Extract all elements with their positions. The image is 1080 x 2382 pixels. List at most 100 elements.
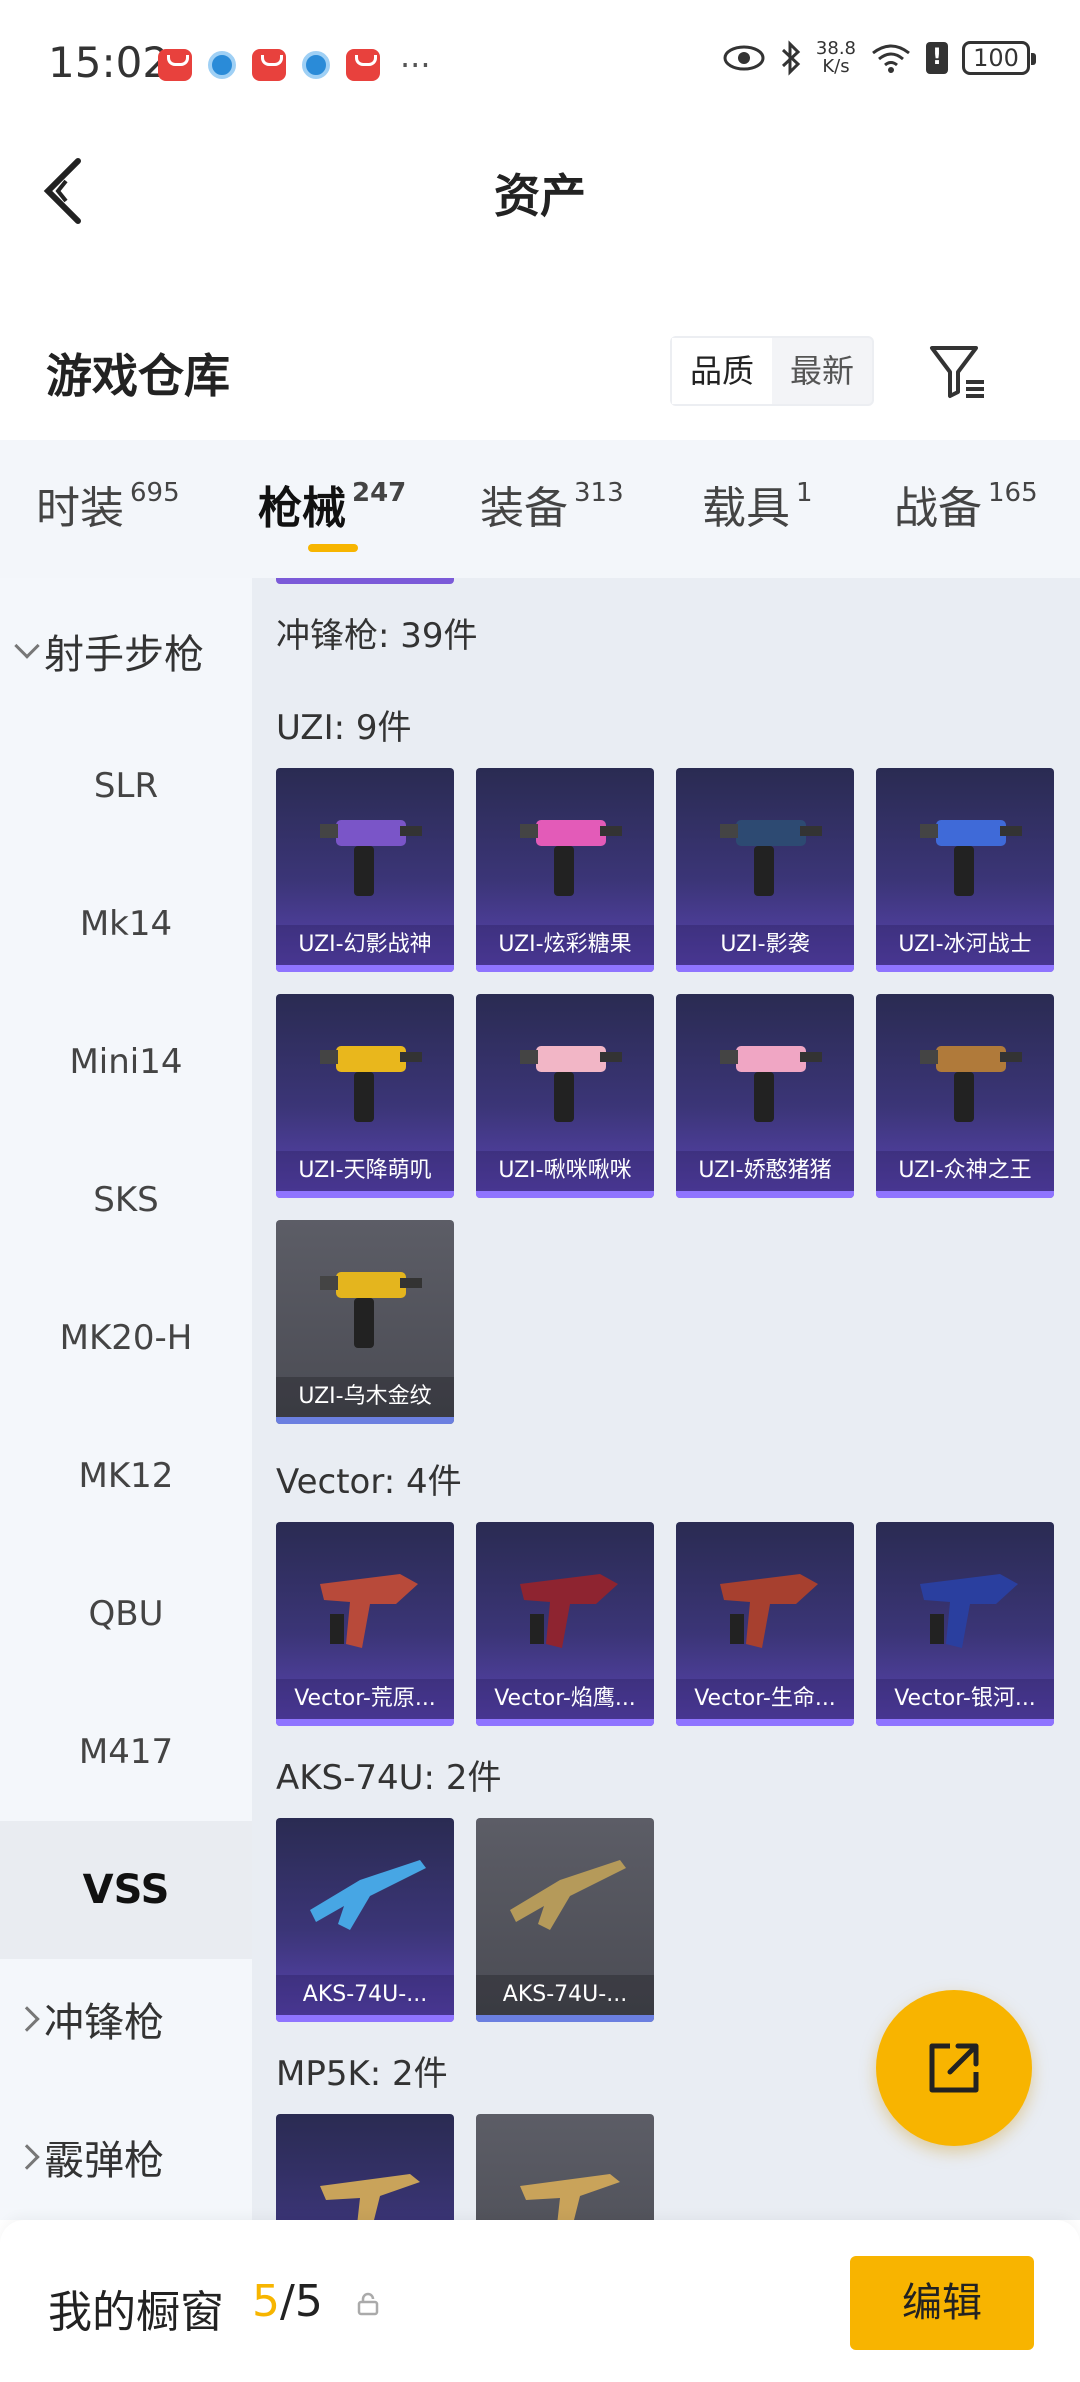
item-card[interactable]: Vector-生命... bbox=[676, 1522, 854, 1726]
shopping-app-icon bbox=[346, 49, 380, 81]
rarity-bar bbox=[476, 1719, 654, 1726]
weapon-image bbox=[320, 1046, 422, 1122]
item-card[interactable]: Vector-银河... bbox=[876, 1522, 1054, 1726]
chevron-right-icon bbox=[14, 2006, 40, 2032]
weapon-image bbox=[920, 820, 1022, 896]
sort-quality-button[interactable]: 品质 bbox=[672, 338, 772, 404]
item-grid: 冲锋枪: 39件 UZI: 9件 UZI-幻影战神 UZI-炫彩糖果 UZI-影袭 U… bbox=[252, 578, 1080, 2220]
sidebar-item-mk14[interactable]: Mk14 bbox=[0, 855, 252, 993]
item-name: AKS-74U-... bbox=[276, 1975, 454, 2015]
sidebar-group-shotgun[interactable]: 霰弹枪 bbox=[14, 2128, 164, 2186]
weapon-image bbox=[720, 1574, 818, 1648]
tab-vehicles[interactable]: 载具 1 bbox=[702, 472, 813, 536]
weapon-image bbox=[320, 2174, 420, 2220]
chevron-right-icon bbox=[14, 2144, 40, 2170]
sort-newest-button[interactable]: 最新 bbox=[772, 338, 872, 404]
sidebar-item-sks[interactable]: SKS bbox=[0, 1131, 252, 1269]
sidebar-item-slr[interactable]: SLR bbox=[0, 717, 252, 855]
item-card[interactable]: UZI-娇憨猪猪 bbox=[676, 994, 854, 1198]
wifi-icon bbox=[872, 44, 910, 73]
weapon-image bbox=[520, 1574, 618, 1648]
item-card[interactable] bbox=[476, 2114, 654, 2220]
eye-icon bbox=[723, 45, 765, 71]
item-name: Vector-银河... bbox=[876, 1679, 1054, 1719]
item-name: Vector-荒原... bbox=[276, 1679, 454, 1719]
item-card[interactable]: AKS-74U-... bbox=[476, 1818, 654, 2022]
sort-toggle: 品质 最新 bbox=[670, 336, 874, 406]
sidebar-item-m417[interactable]: M417 bbox=[0, 1683, 252, 1821]
rarity-bar bbox=[676, 1719, 854, 1726]
rarity-bar bbox=[876, 1719, 1054, 1726]
item-card[interactable]: Vector-荒原... bbox=[276, 1522, 454, 1726]
network-speed: 38.8 K/s bbox=[815, 38, 856, 77]
item-card[interactable]: UZI-影袭 bbox=[676, 768, 854, 972]
item-card[interactable]: UZI-天降萌叽 bbox=[276, 994, 454, 1198]
more-notifications-icon: ··· bbox=[400, 46, 431, 84]
item-name: AKS-74U-... bbox=[476, 1975, 654, 2015]
alert-icon: ! bbox=[926, 42, 948, 74]
weapon-image bbox=[320, 820, 422, 896]
item-name: Vector-焰鹰... bbox=[476, 1679, 654, 1719]
filter-icon bbox=[930, 346, 984, 398]
page-title: 资产 bbox=[494, 169, 586, 223]
item-card[interactable]: UZI-乌木金纹 bbox=[276, 1220, 454, 1424]
rarity-bar bbox=[476, 965, 654, 972]
weapon-image bbox=[320, 1574, 418, 1648]
warehouse-header: 游戏仓库 品质 最新 bbox=[0, 310, 1080, 440]
item-card[interactable]: AKS-74U-... bbox=[276, 1818, 454, 2022]
lock-icon bbox=[357, 2292, 379, 2316]
item-name: UZI-炫彩糖果 bbox=[476, 925, 654, 965]
rarity-bar bbox=[876, 965, 1054, 972]
sidebar-item-qbu[interactable]: QBU bbox=[0, 1545, 252, 1683]
chevron-down-icon bbox=[14, 633, 40, 659]
scroll-card-edge bbox=[276, 578, 454, 584]
weapon-image bbox=[510, 1860, 626, 1930]
item-card[interactable]: UZI-冰河战士 bbox=[876, 768, 1054, 972]
section-label-aks74u: AKS-74U: 2件 bbox=[276, 1758, 502, 1798]
item-card[interactable]: UZI-幻影战神 bbox=[276, 768, 454, 972]
item-name: UZI-啾咪啾咪 bbox=[476, 1151, 654, 1191]
weapon-image bbox=[920, 1574, 1018, 1648]
item-name: Vector-生命... bbox=[676, 1679, 854, 1719]
sidebar-group-marksman[interactable]: 射手步枪 bbox=[14, 622, 204, 680]
item-card[interactable]: UZI-啾咪啾咪 bbox=[476, 994, 654, 1198]
share-external-icon bbox=[929, 2043, 979, 2093]
weapon-image bbox=[520, 2174, 620, 2220]
item-card[interactable]: UZI-众神之王 bbox=[876, 994, 1054, 1198]
rarity-bar bbox=[276, 2015, 454, 2022]
tab-fashion[interactable]: 时装 695 bbox=[36, 472, 180, 536]
rarity-bar bbox=[476, 2015, 654, 2022]
browser-app-icon bbox=[208, 51, 236, 79]
sidebar-item-mk20h[interactable]: MK20-H bbox=[0, 1269, 252, 1407]
rarity-bar bbox=[676, 965, 854, 972]
tab-battle-gear[interactable]: 战备 165 bbox=[894, 472, 1038, 536]
nav-bar: 资产 bbox=[0, 125, 1080, 250]
weapon-image bbox=[920, 1046, 1022, 1122]
showcase-count: 5/5 bbox=[252, 2276, 323, 2327]
sidebar-item-mk12[interactable]: MK12 bbox=[0, 1407, 252, 1545]
warehouse-title: 游戏仓库 bbox=[46, 349, 230, 403]
filter-button[interactable] bbox=[926, 340, 990, 404]
tab-equipment[interactable]: 装备 313 bbox=[480, 472, 624, 536]
sidebar-group-smg[interactable]: 冲锋枪 bbox=[14, 1990, 164, 2048]
status-bar: 15:02 ··· 38.8 K/s ! 100 bbox=[0, 0, 1080, 125]
category-count-label: 冲锋枪: 39件 bbox=[276, 616, 478, 656]
rarity-bar bbox=[876, 1191, 1054, 1198]
rarity-bar bbox=[276, 1719, 454, 1726]
rarity-bar bbox=[276, 1417, 454, 1424]
bluetooth-icon bbox=[781, 40, 801, 76]
item-card[interactable]: UZI-炫彩糖果 bbox=[476, 768, 654, 972]
shopping-app-icon bbox=[158, 49, 192, 81]
item-card[interactable]: Vector-焰鹰... bbox=[476, 1522, 654, 1726]
showcase-title: 我的橱窗 bbox=[48, 2287, 224, 2338]
item-card[interactable] bbox=[276, 2114, 454, 2220]
status-time: 15:02 bbox=[48, 38, 170, 87]
weapon-image bbox=[520, 1046, 622, 1122]
sidebar-item-vss[interactable]: VSS bbox=[0, 1821, 252, 1959]
edit-button[interactable]: 编辑 bbox=[850, 2256, 1034, 2350]
sidebar-item-mini14[interactable]: Mini14 bbox=[0, 993, 252, 1131]
battery-icon: 100 bbox=[962, 41, 1036, 75]
share-button[interactable] bbox=[876, 1990, 1032, 2146]
rarity-bar bbox=[276, 1191, 454, 1198]
tab-weapons[interactable]: 枪械 247 bbox=[258, 472, 406, 536]
